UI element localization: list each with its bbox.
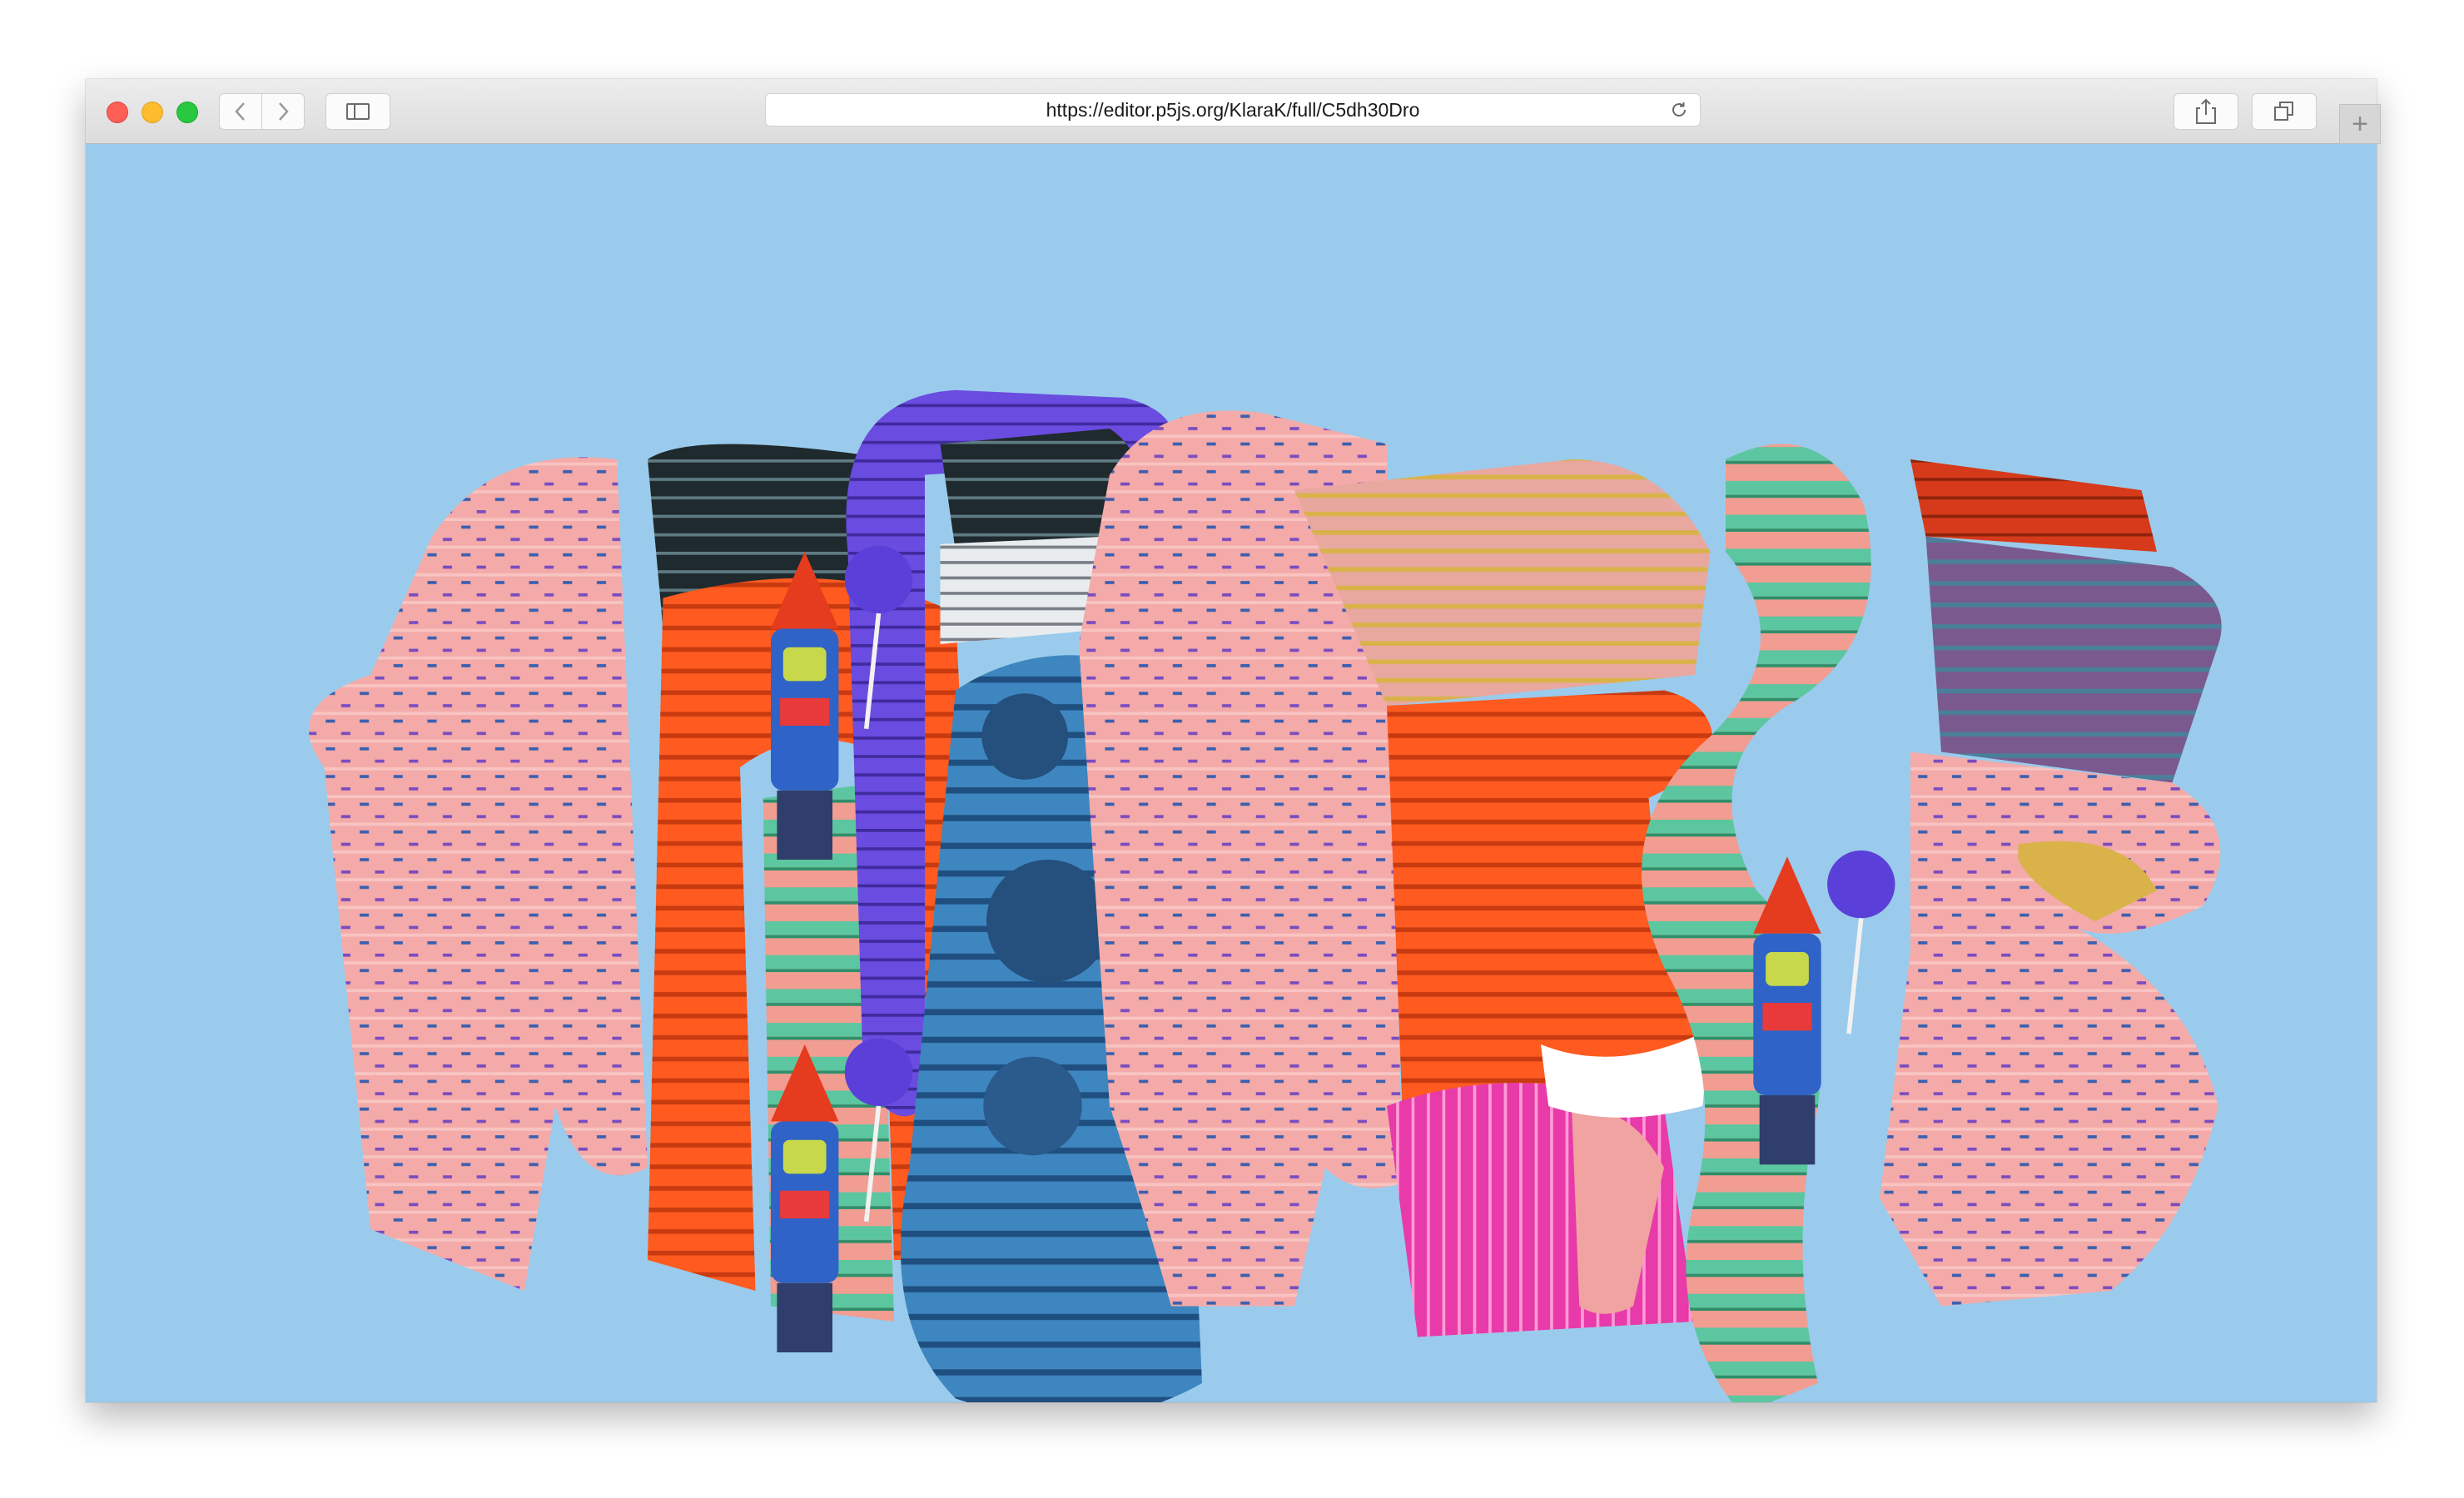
- generative-artwork: [309, 389, 2222, 1402]
- url-text: https://editor.p5js.org/KlaraK/full/C5dh…: [1046, 99, 1420, 121]
- tabs-overview-button[interactable]: [2252, 93, 2317, 130]
- plus-icon: +: [2352, 108, 2368, 140]
- share-button[interactable]: [2173, 93, 2238, 130]
- back-button[interactable]: [219, 93, 262, 130]
- browser-window: https://editor.p5js.org/KlaraK/full/C5dh…: [86, 79, 2381, 1402]
- p5-canvas-area[interactable]: [86, 144, 2377, 1402]
- share-icon: [2196, 98, 2216, 124]
- new-tab-button[interactable]: +: [2339, 104, 2381, 144]
- sidebar-toggle-button[interactable]: [325, 93, 390, 130]
- forward-button[interactable]: [261, 93, 305, 130]
- minimize-window-icon[interactable]: [142, 102, 163, 123]
- art-shape-red-top: [1910, 459, 2157, 552]
- reload-button[interactable]: [1668, 99, 1690, 121]
- firework-figure-3: [1753, 850, 1895, 1165]
- chevron-left-icon: [235, 102, 245, 121]
- address-bar[interactable]: https://editor.p5js.org/KlaraK/full/C5dh…: [765, 93, 1701, 126]
- tabs-overview-icon: [2274, 102, 2293, 121]
- chevron-right-icon: [279, 102, 289, 121]
- browser-toolbar: https://editor.p5js.org/KlaraK/full/C5dh…: [86, 79, 2381, 144]
- sidebar-icon: [346, 103, 370, 120]
- zoom-window-icon[interactable]: [176, 102, 198, 123]
- close-window-icon[interactable]: [107, 102, 128, 123]
- art-shape-mauve: [1925, 536, 2222, 783]
- art-shape-left-pink: [309, 457, 648, 1291]
- reload-icon: [1672, 102, 1686, 117]
- art-shape-right-pink: [1880, 751, 2221, 1307]
